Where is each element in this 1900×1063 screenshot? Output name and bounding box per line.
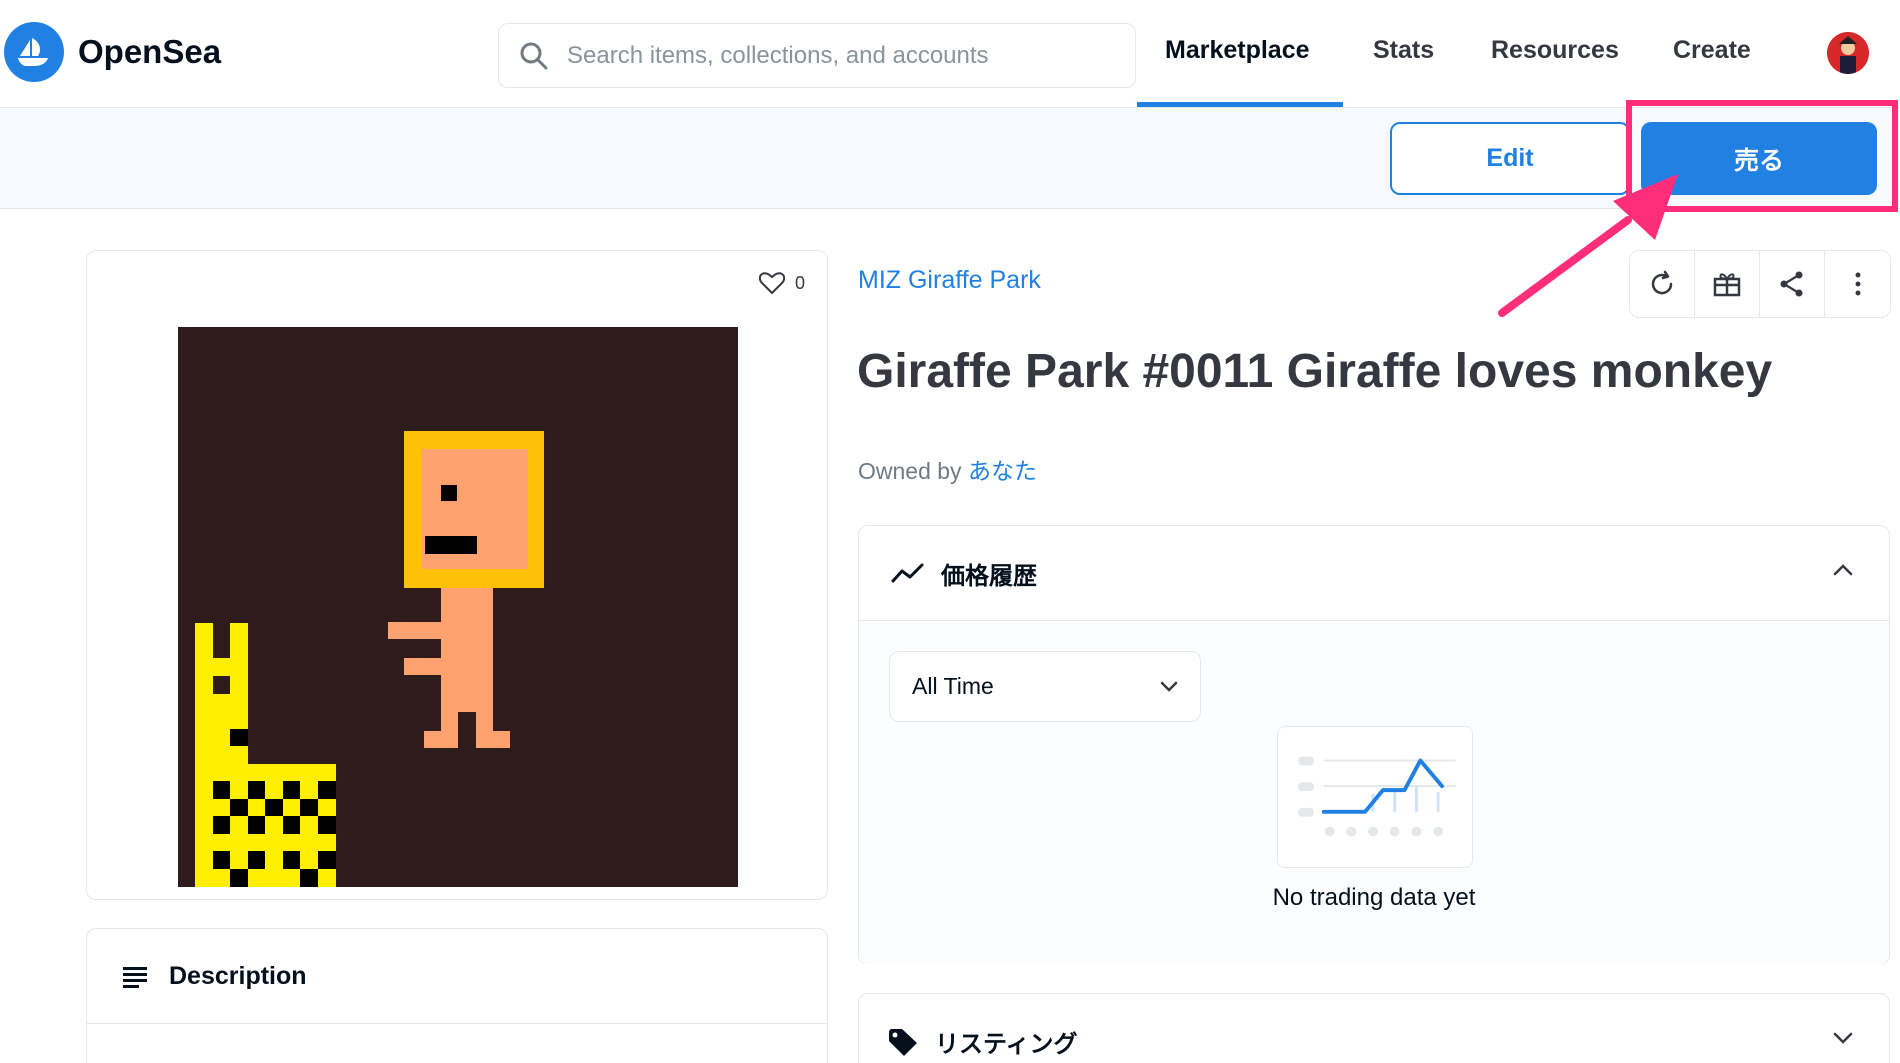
nav-resources[interactable]: Resources <box>1491 36 1619 65</box>
search-bar[interactable] <box>498 23 1136 88</box>
gift-icon <box>1713 273 1741 297</box>
owned-by-label: Owned by <box>858 458 962 484</box>
nav-create[interactable]: Create <box>1673 36 1751 65</box>
listing-panel[interactable]: リスティング <box>858 993 1890 1063</box>
opensea-item-page: OpenSea Marketplace Stats Resources Crea… <box>0 0 1900 1063</box>
collection-link[interactable]: MIZ Giraffe Park <box>858 266 1041 295</box>
top-navbar: OpenSea Marketplace Stats Resources Crea… <box>0 0 1900 108</box>
owner-link[interactable]: あなた <box>968 458 1037 484</box>
edit-button[interactable]: Edit <box>1390 122 1630 195</box>
nft-artwork[interactable] <box>178 327 738 887</box>
price-history-title: 価格履歴 <box>941 561 1037 590</box>
item-image-card: 0 <box>86 250 828 900</box>
avatar[interactable] <box>1827 32 1869 74</box>
favorite-count: 0 <box>794 272 805 293</box>
more-icon <box>1855 272 1860 296</box>
refresh-button[interactable] <box>1630 251 1695 317</box>
search-input[interactable] <box>567 41 1135 70</box>
listing-header[interactable]: リスティング <box>887 1024 1078 1059</box>
more-button[interactable] <box>1825 251 1890 317</box>
description-panel[interactable]: Description <box>86 928 828 1063</box>
item-title: Giraffe Park #0011 Giraffe loves monkey <box>857 345 1773 398</box>
description-header[interactable]: Description <box>87 929 827 1024</box>
trend-icon <box>891 563 924 583</box>
nav-active-indicator <box>1137 102 1343 107</box>
nav-stats[interactable]: Stats <box>1373 36 1434 65</box>
owner-action-bar: Edit 売る <box>0 108 1900 209</box>
list-icon <box>123 967 147 988</box>
search-icon <box>520 42 548 69</box>
share-icon <box>1780 271 1803 297</box>
tag-icon <box>889 1028 917 1056</box>
opensea-logo-icon <box>4 22 64 82</box>
sell-highlight-annotation <box>1626 100 1898 212</box>
favorite-button[interactable]: 0 <box>758 271 805 295</box>
share-button[interactable] <box>1760 251 1825 317</box>
time-range-select[interactable]: All Time <box>889 651 1201 722</box>
chevron-down-icon[interactable] <box>1833 1032 1853 1044</box>
owner-line: Owned by あなた <box>858 452 1037 486</box>
brand-name: OpenSea <box>78 33 222 70</box>
empty-chart-illustration <box>1277 726 1473 868</box>
description-title: Description <box>169 961 307 990</box>
listing-title: リスティング <box>935 1030 1078 1058</box>
heart-icon <box>758 272 785 295</box>
refresh-icon <box>1651 270 1673 295</box>
chevron-down-icon <box>1160 681 1178 692</box>
price-history-header[interactable]: 価格履歴 <box>859 526 1889 621</box>
price-history-body: All Time No trading data yet <box>859 622 1889 965</box>
brand-logo[interactable]: OpenSea <box>4 22 221 82</box>
time-range-value: All Time <box>912 673 994 699</box>
nav-marketplace[interactable]: Marketplace <box>1165 36 1310 65</box>
item-toolbar <box>1629 250 1891 318</box>
chevron-up-icon[interactable] <box>1833 564 1853 576</box>
price-history-panel: 価格履歴 All Time No trading data yet <box>858 525 1890 965</box>
transfer-button[interactable] <box>1695 251 1760 317</box>
no-trading-data-text: No trading data yet <box>1272 884 1476 911</box>
